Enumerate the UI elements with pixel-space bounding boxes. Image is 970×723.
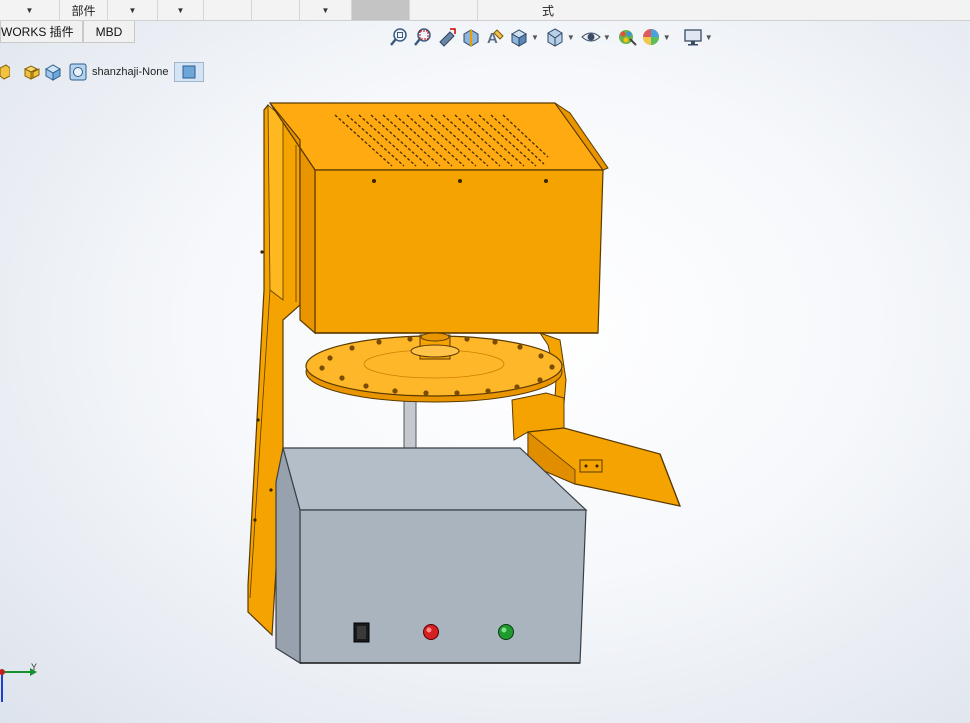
base-control-box (275, 447, 588, 665)
green-indicator-lamp (498, 624, 514, 640)
reference-triad: Y (0, 662, 37, 702)
model-viewport[interactable] (0, 0, 970, 723)
top-housing (268, 102, 609, 335)
red-indicator-lamp (423, 624, 439, 640)
rotary-disc (305, 332, 563, 403)
y-axis-label: Y (31, 662, 37, 672)
